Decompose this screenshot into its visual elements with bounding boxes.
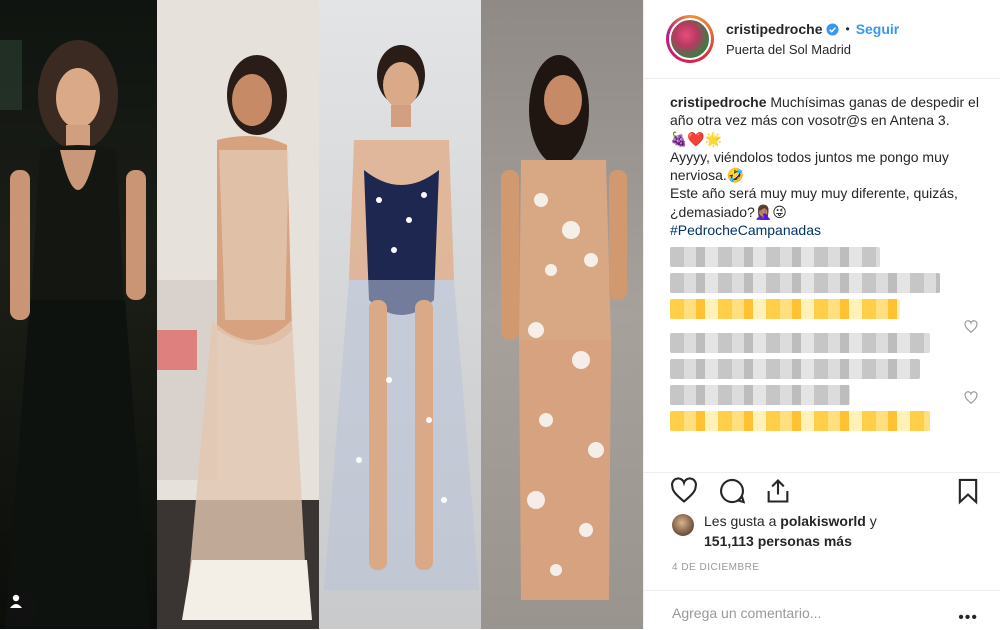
- photo-3-figure: [324, 45, 479, 590]
- comment-like-heart-icon[interactable]: [964, 320, 978, 334]
- post-photo-collage[interactable]: [0, 0, 643, 629]
- caption-hashtag[interactable]: #PedrocheCampanadas: [670, 222, 821, 238]
- likes-summary[interactable]: Les gusta a polakisworld y 151,113 perso…: [672, 511, 877, 551]
- photo-panel-4: [481, 0, 643, 629]
- caption-username[interactable]: cristipedroche: [670, 94, 766, 110]
- pixelated-comment-line: [670, 333, 930, 354]
- caption-line-3: Ayyyy, viéndolos todos juntos me pongo m…: [670, 148, 949, 184]
- action-bar: [644, 472, 1000, 507]
- post-date[interactable]: 4 DE DICIEMBRE: [672, 562, 760, 573]
- photo-1-figure: [0, 40, 150, 629]
- heart-icon[interactable]: [670, 477, 698, 505]
- bookmark-icon[interactable]: [954, 477, 982, 505]
- add-comment-bar: Agrega un comentario... •••: [644, 590, 1000, 630]
- comment-like-heart-icon[interactable]: [964, 391, 978, 405]
- more-options-icon[interactable]: •••: [958, 609, 978, 627]
- pixelated-comments: [670, 247, 984, 432]
- photo-panel-1: [0, 0, 157, 629]
- pixelated-comment-line: [670, 411, 930, 432]
- person-icon: [10, 594, 22, 608]
- post-caption: cristipedroche Muchísimas ganas de despe…: [670, 93, 980, 239]
- pixelated-comment-line: [670, 299, 900, 320]
- profile-avatar[interactable]: [666, 15, 714, 63]
- likes-prefix: Les gusta a: [704, 513, 777, 529]
- likes-connector: y: [869, 513, 877, 529]
- post-sidebar: cristipedroche • Seguir Puerta del Sol M…: [643, 0, 1000, 629]
- follow-button[interactable]: Seguir: [856, 21, 900, 37]
- likes-count[interactable]: 151,113 personas más: [704, 533, 852, 549]
- comments-section[interactable]: cristipedroche Muchísimas ganas de despe…: [644, 79, 1000, 469]
- pixelated-comment-line: [670, 273, 940, 294]
- comment-icon[interactable]: [718, 477, 746, 505]
- post-location[interactable]: Puerta del Sol Madrid: [726, 42, 899, 57]
- photo-4-figure: [501, 55, 627, 600]
- caption-line-4: Este año será muy muy muy diferente, qui…: [670, 185, 958, 220]
- liker-username[interactable]: polakisworld: [780, 513, 866, 529]
- author-username[interactable]: cristipedroche: [726, 21, 822, 37]
- pixelated-comment-line: [670, 359, 920, 380]
- caption-emoji-line: 🍇❤️🌟: [670, 130, 723, 147]
- instagram-post-window: cristipedroche • Seguir Puerta del Sol M…: [0, 0, 1000, 629]
- comment-input[interactable]: Agrega un comentario...: [672, 605, 821, 621]
- photo-2-figure: [157, 0, 319, 629]
- tagged-people-badge[interactable]: [8, 593, 38, 623]
- post-header: cristipedroche • Seguir Puerta del Sol M…: [644, 0, 1000, 79]
- share-icon[interactable]: [764, 477, 792, 505]
- pixelated-comment-line: [670, 385, 850, 406]
- pixelated-comment-line: [670, 247, 880, 268]
- liker-avatar[interactable]: [672, 514, 694, 536]
- photo-panel-2: [157, 0, 319, 629]
- verified-badge-icon: [826, 22, 840, 36]
- photo-panel-3: [319, 0, 481, 629]
- separator-dot: •: [845, 22, 850, 36]
